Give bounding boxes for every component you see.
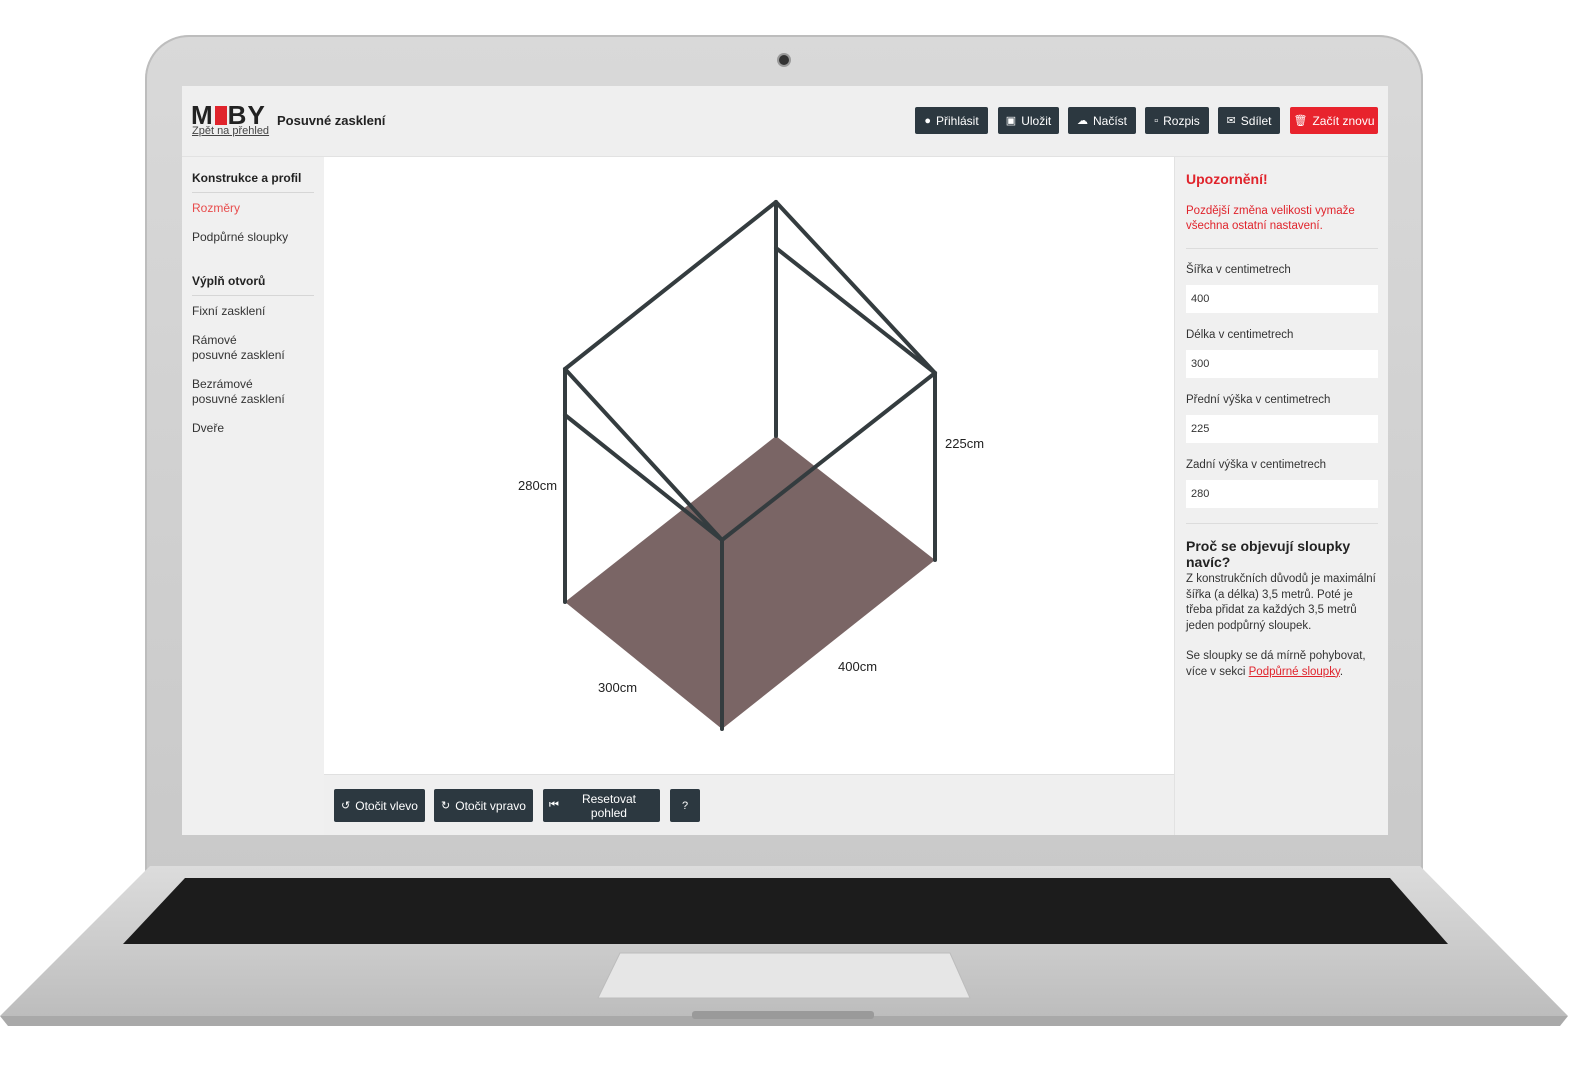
divider (1186, 248, 1378, 249)
sidebar-item-support-posts[interactable]: Podpůrné sloupky (192, 230, 288, 245)
support-posts-link[interactable]: Podpůrné sloupky (1249, 666, 1340, 678)
width-field-label: Šířka v centimetrech (1186, 264, 1291, 276)
extra-posts-heading: Proč se objevují sloupky navíc? (1186, 538, 1351, 570)
back-height-field[interactable] (1186, 480, 1378, 508)
width-label: 400cm (838, 659, 877, 674)
envelope-icon: ✉ (1226, 115, 1236, 127)
frame-beam (774, 246, 937, 375)
3d-viewer[interactable]: 280cm 225cm 300cm 400cm (324, 157, 1174, 774)
rotate-left-button[interactable]: ↺ Otočit vlevo (334, 789, 425, 822)
save-icon: ▣ (1005, 115, 1017, 127)
extra-posts-note: Se sloupky se dá mírně pohybovat, více v… (1186, 650, 1366, 678)
length-field[interactable] (1186, 350, 1378, 378)
clipboard-icon: ▫ (1154, 114, 1159, 127)
pergola-model: 280cm 225cm 300cm 400cm (518, 200, 984, 731)
frame-roof-edge (774, 200, 937, 375)
sidebar: Konstrukce a profil Rozměry Podpůrné slo… (182, 157, 324, 835)
rotate-right-button[interactable]: ↻ Otočit vpravo (434, 789, 533, 822)
sidebar-heading-openings: Výplň otvorů (192, 274, 266, 288)
sidebar-item-dimensions[interactable]: Rozměry (192, 201, 240, 216)
camera-icon (779, 55, 789, 65)
rotate-right-icon: ↻ (441, 800, 451, 812)
warning-title: Upozornění! (1186, 171, 1268, 187)
divider (192, 295, 314, 296)
front-height-label: 225cm (945, 436, 984, 451)
login-button[interactable]: ● Přihlásit (915, 107, 988, 134)
length-label: 300cm (598, 680, 637, 695)
width-field[interactable] (1186, 285, 1378, 313)
reset-view-button[interactable]: ⏮ Resetovat pohled (543, 789, 660, 822)
sidebar-item-doors[interactable]: Dveře (192, 421, 224, 436)
reset-view-icon: ⏮ (549, 799, 559, 811)
rotate-left-icon: ↺ (341, 800, 351, 812)
load-button[interactable]: ☁ Načíst (1068, 107, 1136, 134)
front-height-field-label: Přední výška v centimetrech (1186, 394, 1331, 406)
summary-button[interactable]: ▫ Rozpis (1145, 107, 1209, 134)
front-height-field[interactable] (1186, 415, 1378, 443)
extra-posts-text: Z konstrukčních důvodů je maximální šířk… (1186, 573, 1376, 632)
app-header: M BY Zpět na přehled Posuvné zasklení ● P… (182, 86, 1388, 157)
trash-icon: 🗑 (1293, 115, 1308, 127)
user-icon: ● (924, 114, 931, 127)
start-over-button[interactable]: 🗑 Začít znovu (1290, 107, 1378, 134)
dimensions-panel: Upozornění! Pozdější změna velikosti vym… (1174, 157, 1388, 835)
help-icon: ? (681, 799, 689, 812)
length-field-label: Délka v centimetrech (1186, 329, 1294, 341)
divider (192, 192, 314, 193)
page-title: Posuvné zasklení (277, 113, 386, 128)
frame-roof-edge (563, 200, 778, 371)
frame-beam (563, 413, 724, 542)
frame-roof-edge (563, 367, 724, 542)
sidebar-item-framed-sliding[interactable]: Rámové posuvné zasklení (192, 333, 285, 363)
sidebar-item-fixed-glazing[interactable]: Fixní zasklení (192, 304, 265, 319)
help-button[interactable]: ? (670, 789, 700, 822)
back-to-overview-link[interactable]: Zpět na přehled (192, 125, 269, 137)
save-button[interactable]: ▣ Uložit (998, 107, 1059, 134)
laptop-base (0, 866, 1568, 1026)
warning-text: Pozdější změna velikosti vymaže všechna … (1186, 205, 1355, 232)
sidebar-heading-construction: Konstrukce a profil (192, 171, 302, 185)
share-button[interactable]: ✉ Sdílet (1218, 107, 1280, 134)
cloud-upload-icon: ☁ (1076, 115, 1088, 127)
back-height-label: 280cm (518, 478, 557, 493)
app-screen: M BY Zpět na přehled Posuvné zasklení ● P… (182, 86, 1388, 835)
divider (1186, 523, 1378, 524)
viewer-toolbar: ↺ Otočit vlevo ↻ Otočit vpravo ⏮ Resetov… (324, 774, 1174, 835)
sidebar-item-frameless-sliding[interactable]: Bezrámové posuvné zasklení (192, 377, 285, 407)
back-height-field-label: Zadní výška v centimetrech (1186, 459, 1326, 471)
